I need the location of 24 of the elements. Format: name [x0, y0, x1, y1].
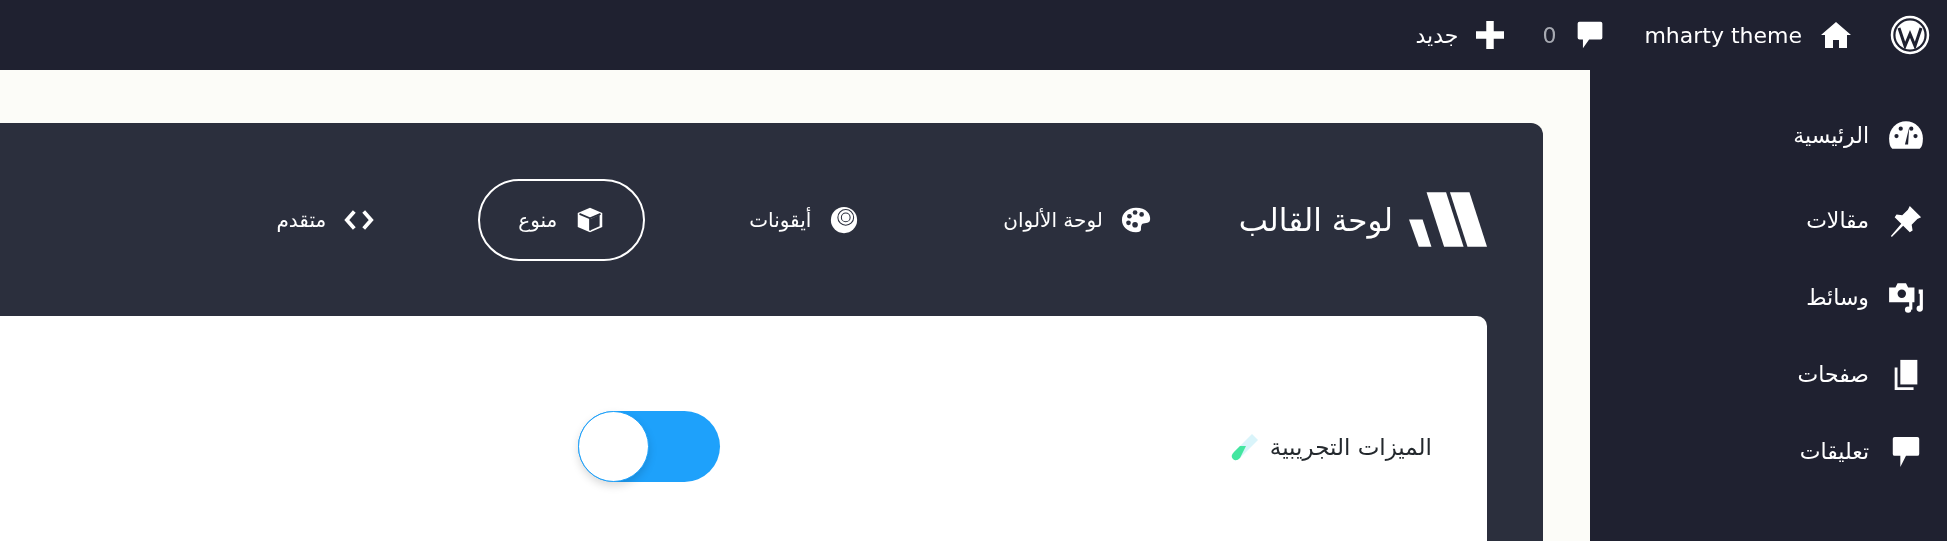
sidebar-item[interactable]: تعليقات	[1590, 413, 1947, 490]
wordpress-logo-icon[interactable]	[1890, 15, 1930, 55]
toggle-switch[interactable]	[577, 411, 720, 482]
panel-title: لوحة القالب	[1238, 201, 1393, 238]
comments-link[interactable]: 0	[1542, 20, 1607, 50]
nav-tab[interactable]: متقدم	[236, 178, 415, 261]
sidebar-item[interactable]: وسائط	[1590, 259, 1947, 336]
new-link[interactable]: جديد	[1415, 21, 1505, 49]
gauge-icon	[1887, 118, 1925, 152]
nav-tab[interactable]: أيقونات	[709, 178, 900, 261]
site-link[interactable]: mharty theme	[1644, 20, 1852, 50]
camera-music-icon	[1887, 280, 1925, 315]
sidebar-item[interactable]: صفحات	[1590, 336, 1947, 413]
sidebar-item[interactable]: مقالات	[1590, 182, 1947, 259]
sidebar-item[interactable]: الرئيسية	[1590, 113, 1947, 157]
nav-tab[interactable]: لوحة الألوان	[963, 178, 1191, 261]
home-icon	[1820, 20, 1852, 50]
target-icon	[829, 205, 860, 234]
test-tube-icon	[1229, 431, 1260, 462]
stripes-logo-icon	[1409, 192, 1487, 247]
setting-label: الميزات التجريبية	[1269, 433, 1432, 460]
nav-tab[interactable]: منوع	[478, 178, 646, 261]
palette-icon	[1120, 205, 1151, 234]
plus-icon	[1476, 21, 1505, 49]
